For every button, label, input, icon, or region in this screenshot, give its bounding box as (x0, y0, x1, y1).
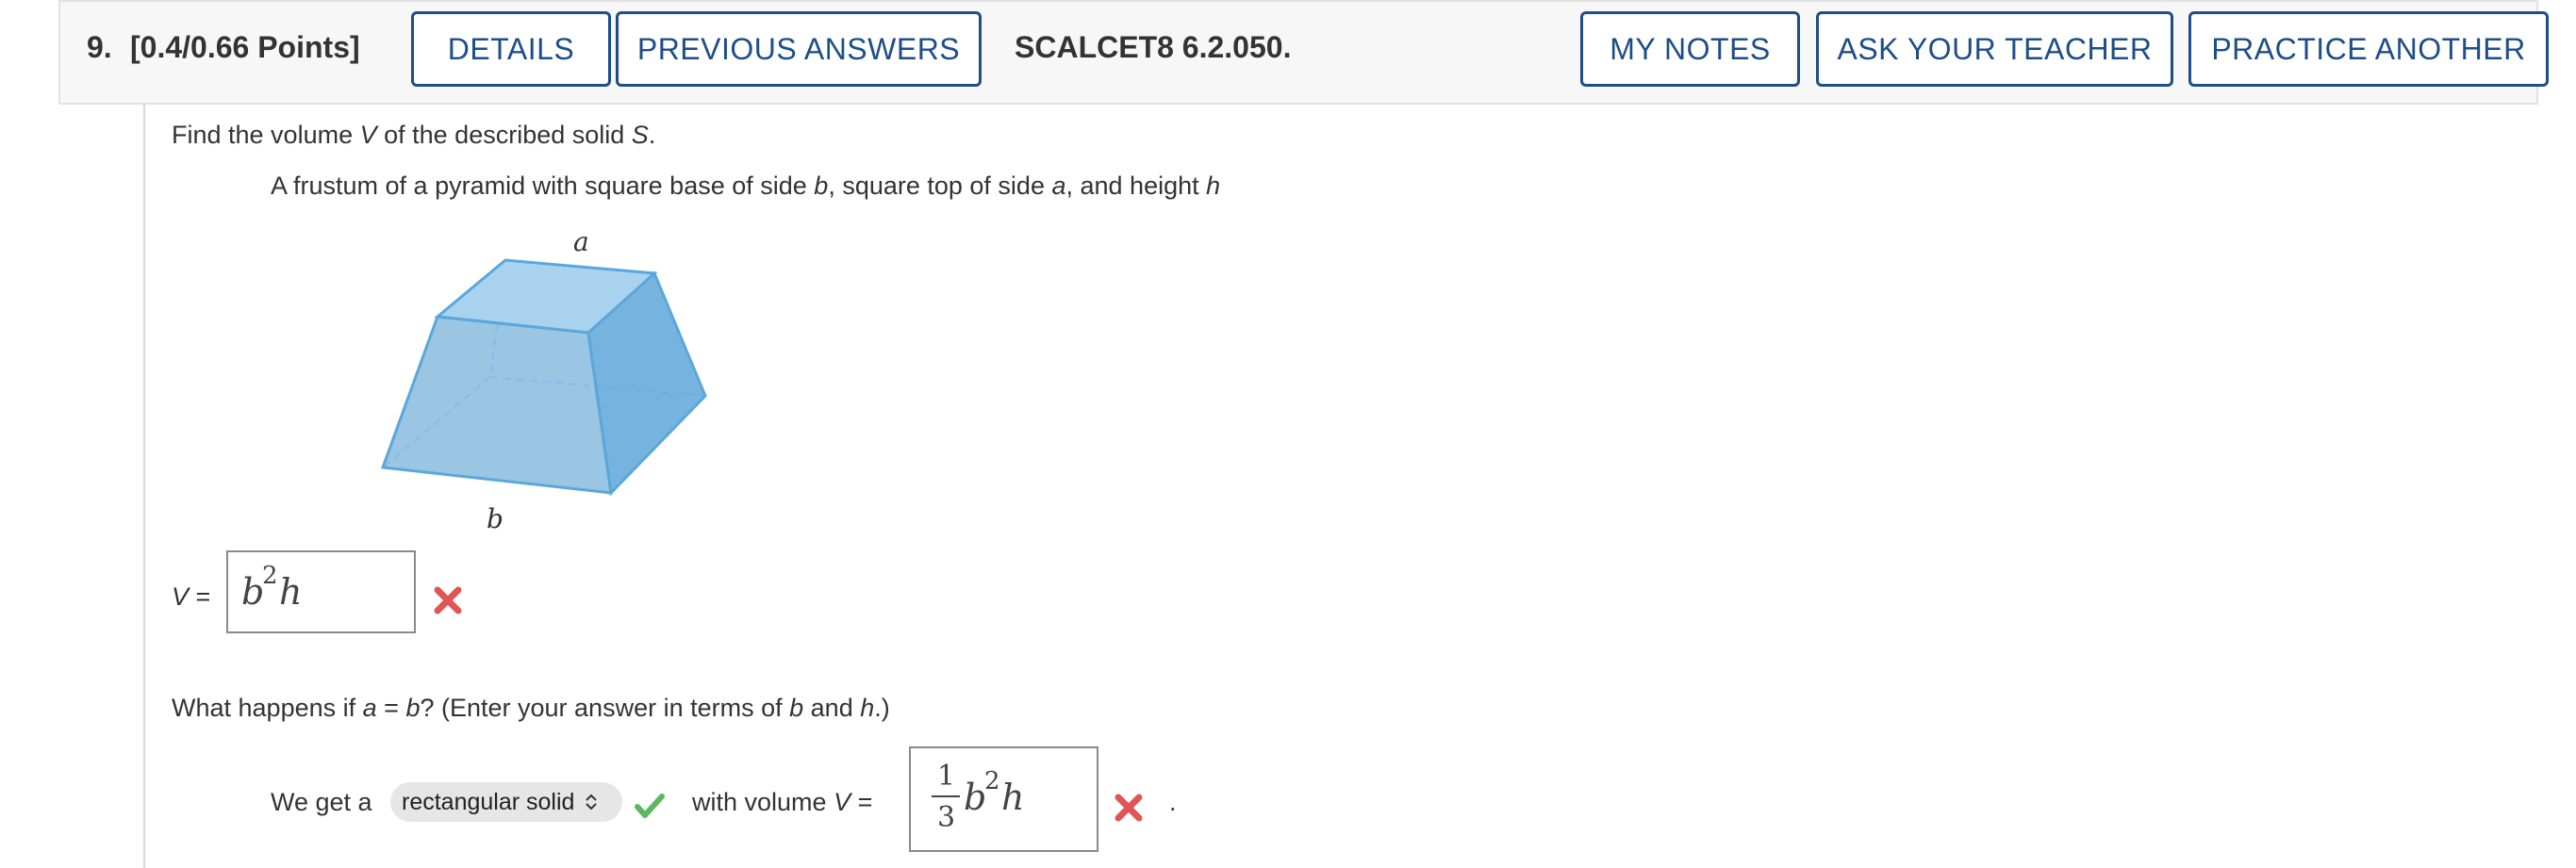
correct-check-icon (635, 794, 665, 818)
volume-exponent: 2 (984, 767, 1000, 795)
volume-input[interactable]: 1 3 b 2 h (909, 746, 1098, 852)
ask-your-teacher-button[interactable]: ASK YOUR TEACHER (1816, 11, 2173, 87)
problem-code: SCALCET8 6.2.050. (1015, 30, 1292, 64)
details-button[interactable]: DETAILS (411, 11, 611, 87)
question-number: 9. (87, 30, 112, 64)
previous-answers-button[interactable]: PREVIOUS ANSWERS (616, 11, 982, 87)
with-volume-label: with volume V = (692, 788, 873, 816)
answer1-input[interactable]: b 2 h (226, 550, 416, 633)
content-border (143, 105, 145, 868)
part2-prompt: What happens if a = b? (Enter your answe… (172, 694, 890, 722)
answer1-exponent: 2 (262, 562, 278, 590)
question-prompt: Find the volume V of the described solid… (172, 121, 656, 149)
practice-another-button[interactable]: PRACTICE ANOTHER (2188, 11, 2549, 87)
incorrect-icon (1115, 794, 1143, 822)
my-notes-button[interactable]: MY NOTES (1580, 11, 1800, 87)
answer1-base: b (241, 571, 265, 613)
fraction-bar (932, 795, 960, 797)
incorrect-icon (434, 586, 462, 614)
answer1-h: h (279, 571, 303, 613)
answer1-label: V = (172, 582, 211, 611)
trailing-period: . (1169, 788, 1177, 816)
select-value: rectangular solid (402, 788, 575, 815)
volume-h: h (1001, 777, 1025, 818)
solid-description: A frustum of a pyramid with square base … (271, 172, 1221, 200)
front-face (380, 315, 613, 495)
fraction-numerator: 1 (937, 760, 956, 793)
frustum-figure: a b (380, 234, 707, 534)
points-score: [0.4/0.66 Points] (130, 30, 360, 64)
fraction-denominator: 3 (937, 801, 956, 834)
updown-chevron-icon (586, 794, 598, 811)
label-b: b (487, 503, 504, 534)
label-a: a (573, 234, 589, 257)
we-get-label: We get a (271, 788, 372, 816)
solid-type-select[interactable]: rectangular solid (390, 782, 622, 822)
volume-base: b (964, 777, 987, 818)
